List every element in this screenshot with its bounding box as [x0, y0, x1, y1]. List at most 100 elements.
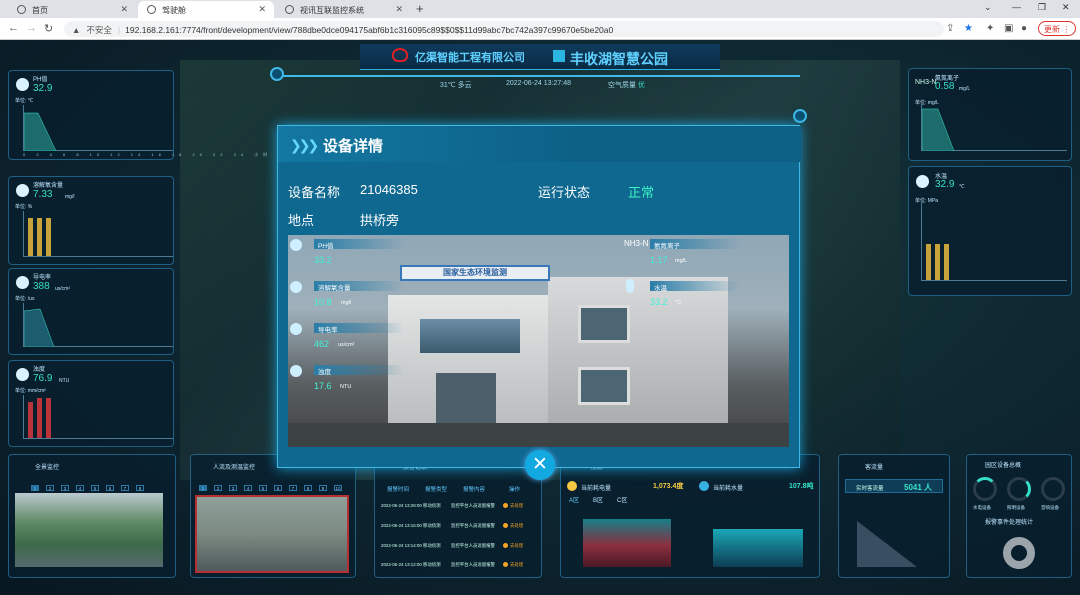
tab-zone-b[interactable]: B区 — [593, 495, 603, 504]
reload-icon[interactable]: ↻ — [44, 22, 53, 35]
chevron-down-icon[interactable]: ⌄ — [984, 2, 992, 13]
maximize-icon[interactable]: ❐ — [1038, 2, 1046, 13]
visitor-counter: 实时客流量 5041 人 — [845, 479, 943, 493]
tab-cockpit[interactable]: 驾驶舱 ✕ — [138, 1, 274, 18]
ammonia-panel[interactable]: NH3-N 氨氮离子 0.58 mg/L 单位: mg/L — [908, 68, 1072, 161]
tab-zone-a[interactable]: A区 — [569, 495, 579, 504]
sensor-unit: us/cm² — [338, 342, 355, 348]
global-monitor-panel[interactable]: 全景监控 12345678 — [8, 454, 176, 578]
device-overview-panel[interactable]: 园区设备总概 水电设备 照明设备 音响设备 报警事件处理统计 — [966, 454, 1072, 578]
tab-home[interactable]: 首页 ✕ — [8, 1, 136, 18]
nh3-icon: NH3-N — [915, 79, 937, 86]
address-bar: ← → ↻ ▲ 不安全 | 192.168.2.161:7774/front/deve… — [0, 18, 1080, 40]
tab-video[interactable]: 视讯互联监控系统 ✕ — [276, 1, 411, 18]
tab-zone-c[interactable]: C区 — [617, 495, 627, 504]
url-input[interactable]: ▲ 不安全 | 192.168.2.161:7774/front/developmen… — [64, 21, 944, 37]
camera-feed-entrance[interactable] — [195, 495, 349, 573]
table-row[interactable]: 2022-06-24 13:15:00移动侦测 监控平台人员逗留报警 去处理 — [381, 523, 537, 529]
glass-door — [436, 373, 496, 425]
globe-icon — [147, 5, 156, 14]
oxygen-chart — [23, 211, 173, 257]
sensor-value: 33.2 — [650, 297, 668, 307]
gauge-label: 水电设备 — [973, 505, 991, 510]
status-label: 运行状态 — [538, 185, 591, 200]
thermometer-icon — [626, 279, 634, 293]
camera-feed-lake[interactable] — [15, 493, 163, 567]
table-row[interactable]: 2022-06-24 13:12:00移动侦测 监控平台人员逗留报警 去处理 — [381, 562, 537, 568]
chevrons-right-icon: ❯❯❯ — [290, 137, 319, 153]
panel-ylabel: 单位: ℃ — [15, 98, 34, 104]
table-row[interactable]: 2022-06-24 13:14:00移动侦测 监控平台人员逗留报警 去处理 — [381, 543, 537, 549]
table-row[interactable]: 2022-06-24 13:28:00移动侦测 监控平台人员逗留报警 去处理 — [381, 503, 537, 509]
warning-icon: ▲ — [72, 25, 81, 35]
panel-ylabel: 单位: /us — [15, 296, 35, 302]
minimize-icon[interactable]: — — [1012, 2, 1021, 12]
panel-title: 浊度 — [33, 367, 46, 373]
power-value: 1,073.4度 — [653, 483, 684, 490]
panel-unit: mg/L — [959, 86, 971, 92]
bookmark-star-icon[interactable]: ★ — [964, 23, 973, 34]
profile-icon[interactable]: ● — [1021, 23, 1027, 34]
dissolved-oxygen-panel[interactable]: 溶解氧含量 7.33 mg/l 单位: % — [8, 176, 174, 265]
status-dot-icon — [503, 503, 508, 509]
water-icon — [699, 481, 709, 491]
ph-chart — [23, 105, 173, 152]
visitor-value: 5041 人 — [904, 483, 933, 492]
update-button[interactable]: 更新 ⋮ — [1038, 21, 1077, 36]
new-tab-icon[interactable]: + — [416, 1, 424, 16]
station-signboard: 国家生态环境监测 — [400, 265, 550, 281]
panel-title: 园区设备总概 — [985, 463, 1022, 469]
camera-pager[interactable]: 1 2 3 4 5 6 7 8 9 10 — [199, 485, 349, 491]
ph-panel[interactable]: PH值 32.9 单位: ℃ 0 2 4 6 8 10 12 14 16 18 … — [8, 70, 267, 160]
company-name: 亿渠智能工程有限公司 — [415, 52, 525, 64]
close-icon[interactable]: ✕ — [258, 4, 266, 15]
water-temp-panel[interactable]: 水温 32.9 ℃ 单位: MPa — [908, 166, 1072, 296]
event-donut-chart — [1003, 537, 1035, 569]
event-stats-title: 报警事件处理统计 — [985, 520, 1034, 526]
sensor-label: 导电率 — [314, 323, 404, 334]
location-label: 地点 — [288, 213, 315, 228]
dialog-body: ❯❯❯ 设备详情 设备名称 21046385 运行状态 正常 地点 拱桥旁 国家… — [277, 125, 801, 468]
panel-ylabel: 单位: % — [15, 204, 33, 210]
visitor-panel[interactable]: 客流量 实时客流量 5041 人 — [838, 454, 950, 578]
turbidity-panel[interactable]: 浊度 76.9 NTU 单位: mm/cm² — [8, 360, 174, 447]
conductivity-panel[interactable]: 导电率 388 us/cm² 单位: /us — [8, 268, 174, 355]
panel-value: 7.33 — [33, 189, 53, 200]
bar — [46, 398, 51, 438]
tab-label: 驾驶舱 — [162, 6, 186, 15]
close-icon[interactable]: ✕ — [395, 4, 403, 15]
lightning-icon — [290, 323, 302, 335]
forward-icon[interactable]: → — [26, 22, 37, 34]
panel-value: 388 — [33, 281, 50, 292]
dashboard-page: 亿渠智能工程有限公司 丰收湖智慧公园 31℃ 多云 2022-06-24 13:… — [0, 40, 1080, 595]
share-icon[interactable]: ⇪ — [946, 23, 954, 34]
extensions-icon[interactable]: ✦ — [986, 23, 994, 34]
nh3-icon: NH3-N — [624, 239, 649, 248]
camera-pager[interactable]: 12345678 — [31, 485, 151, 491]
ph-icon — [290, 239, 302, 251]
turbidity-drop-icon — [290, 365, 302, 377]
back-icon[interactable]: ← — [8, 22, 19, 34]
water-drop-icon — [290, 281, 302, 293]
panel-title: 全景监控 — [35, 465, 60, 471]
device-detail-dialog: ❯❯❯ 设备详情 设备名称 21046385 运行状态 正常 地点 拱桥旁 国家… — [270, 67, 807, 473]
water-area-series — [713, 529, 803, 567]
bar — [926, 244, 931, 280]
sensor-value: 462 — [314, 339, 330, 349]
panel-title: 人流及测温监控 — [213, 465, 256, 471]
audio-gauge — [1041, 477, 1065, 501]
bar — [46, 218, 51, 256]
browser-tab-strip: 首页 ✕ 驾驶舱 ✕ 视讯互联监控系统 ✕ + ⌄ — ❐ ✕ — [0, 0, 1080, 18]
visitor-label: 实时客流量 — [856, 486, 884, 492]
sensor-label: 溶解氧含量 — [314, 281, 404, 292]
frame-corner-icon — [793, 109, 807, 123]
window-close-icon[interactable]: ✕ — [1062, 2, 1070, 13]
close-dialog-button[interactable]: ✕ — [525, 450, 555, 480]
sidepanel-icon[interactable]: ▣ — [1004, 23, 1013, 34]
globe-icon — [17, 5, 26, 14]
close-icon[interactable]: ✕ — [120, 4, 128, 15]
power-area-series — [583, 519, 671, 567]
sensor-unit: mg/L — [675, 258, 688, 264]
bar — [944, 244, 949, 280]
water-drop-icon — [16, 184, 29, 197]
